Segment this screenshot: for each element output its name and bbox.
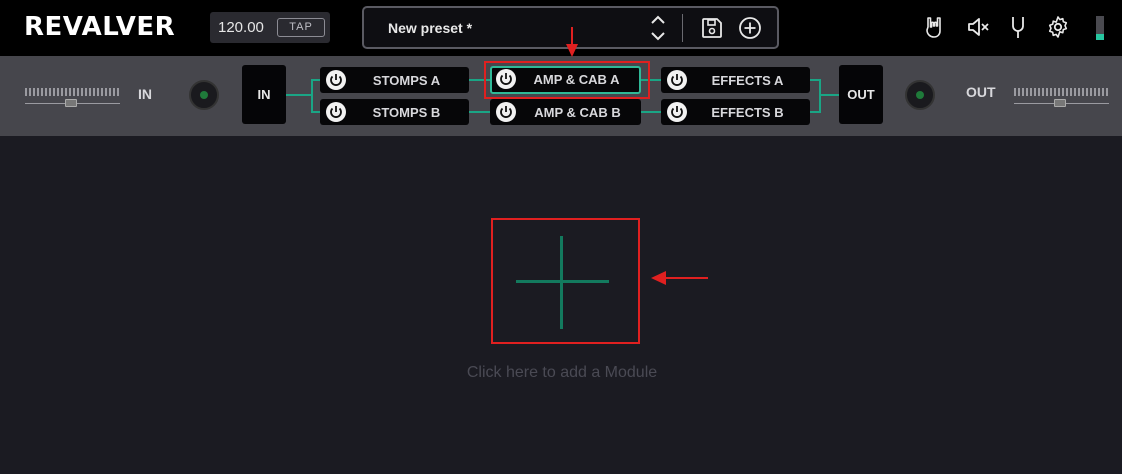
speaker-mute-icon[interactable]: [966, 15, 990, 39]
output-level-meter: [1096, 16, 1104, 40]
input-slider-thumb[interactable]: [65, 99, 77, 107]
save-icon[interactable]: [700, 16, 724, 40]
output-label: OUT: [966, 84, 996, 100]
output-slider-ticks: [1014, 88, 1109, 96]
output-gain-slider[interactable]: [1014, 86, 1109, 108]
output-node[interactable]: OUT: [839, 65, 883, 124]
power-icon[interactable]: [667, 102, 687, 122]
effects-a-block[interactable]: EFFECTS A: [661, 67, 810, 93]
tap-tempo-button[interactable]: TAP: [277, 18, 325, 37]
power-icon[interactable]: [326, 70, 346, 90]
wire: [468, 111, 490, 113]
add-module-hint: Click here to add a Module: [466, 364, 658, 381]
annotation-highlight-box: [491, 218, 640, 344]
gear-icon[interactable]: [1046, 15, 1070, 39]
tempo-box: 120.00 TAP: [210, 12, 330, 43]
effects-b-block[interactable]: EFFECTS B: [661, 99, 810, 125]
tuner-fork-icon[interactable]: [1006, 15, 1030, 39]
input-slider-ticks: [25, 88, 120, 96]
output-level-fill: [1096, 34, 1104, 40]
stomps-a-block[interactable]: STOMPS A: [320, 67, 469, 93]
wire: [640, 111, 661, 113]
power-icon[interactable]: [667, 70, 687, 90]
annotation-down-arrow-icon: [566, 27, 578, 57]
wire: [286, 94, 312, 96]
stomps-a-label: STOMPS A: [372, 73, 441, 88]
effects-a-label: EFFECTS A: [711, 73, 784, 88]
add-preset-icon[interactable]: [738, 16, 762, 40]
stomps-b-label: STOMPS B: [372, 105, 441, 120]
output-slider-thumb[interactable]: [1054, 99, 1066, 107]
tempo-value-field[interactable]: 120.00: [218, 19, 264, 36]
top-bar: REVALVER 120.00 TAP New preset *: [0, 0, 1122, 56]
rock-hand-icon[interactable]: [922, 15, 946, 39]
input-node[interactable]: IN: [242, 65, 286, 124]
power-icon[interactable]: [496, 102, 516, 122]
wire: [311, 79, 313, 112]
output-led-indicator: [905, 80, 935, 110]
power-icon[interactable]: [326, 102, 346, 122]
input-led-indicator: [189, 80, 219, 110]
preset-up-down-icon[interactable]: [648, 13, 668, 43]
app-logo: REVALVER: [24, 12, 176, 42]
stomps-b-block[interactable]: STOMPS B: [320, 99, 469, 125]
preset-divider: [682, 14, 683, 42]
input-gain-slider[interactable]: [25, 86, 120, 108]
app-window: REVALVER 120.00 TAP New preset * IN IN S…: [0, 0, 1122, 474]
wire: [819, 79, 821, 113]
amp-cab-b-block[interactable]: AMP & CAB B: [490, 99, 641, 125]
preset-name[interactable]: New preset *: [388, 20, 472, 36]
annotation-left-arrow-icon: [651, 271, 708, 285]
annotation-highlight-box: [484, 61, 650, 99]
wire: [819, 94, 839, 96]
effects-b-label: EFFECTS B: [711, 105, 784, 120]
input-label: IN: [138, 86, 152, 102]
amp-cab-b-label: AMP & CAB B: [534, 105, 621, 120]
